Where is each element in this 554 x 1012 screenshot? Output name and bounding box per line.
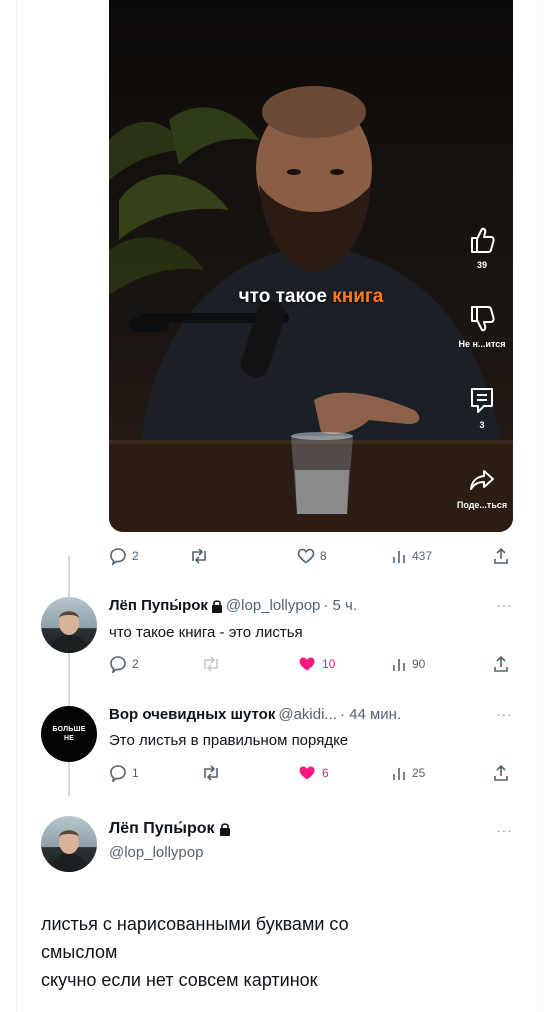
views-button[interactable]: 90 (391, 654, 425, 674)
avatar[interactable]: БОЛЬШЕ НЕ (41, 706, 97, 762)
lock-icon (219, 823, 230, 836)
share-button[interactable] (493, 763, 509, 783)
views-bar-icon (393, 768, 405, 780)
avatar[interactable] (41, 816, 97, 872)
comment-icon (471, 388, 493, 413)
share-icon (494, 547, 508, 564)
author-handle[interactable]: @akidi... (278, 706, 337, 723)
reply-header: Вор очевидных шуток @akidi... · 44 мин. (109, 706, 401, 723)
share-button[interactable] (493, 546, 509, 566)
like-button[interactable]: 6 (297, 763, 329, 783)
reply-icon (110, 656, 126, 673)
video-like-button[interactable]: 39 (451, 226, 513, 270)
video-dislike-button[interactable]: Не н...ится (451, 305, 513, 349)
heart-filled-icon (299, 657, 315, 671)
view-count: 437 (412, 549, 433, 563)
reply-button[interactable]: 2 (109, 654, 139, 674)
video-like-count: 39 (476, 260, 487, 270)
author-name-row: Лёп Пупы́рок (109, 820, 231, 838)
views-bar-icon (393, 659, 405, 671)
lock-icon (211, 599, 222, 613)
repost-button[interactable] (201, 654, 221, 674)
view-count: 90 (412, 657, 426, 671)
reply-count: 1 (132, 766, 139, 780)
avatar-text: БОЛЬШЕ НЕ (52, 726, 86, 742)
post-action-bar: 2 8 437 (109, 546, 513, 566)
video-comment-count: 3 (479, 420, 485, 430)
reply-count: 2 (132, 657, 139, 671)
author-handle[interactable]: @lop_lollypop (109, 844, 231, 861)
view-count: 25 (412, 766, 426, 780)
reply-action-bar: 2 10 90 (109, 654, 513, 674)
thumbs-down-icon (471, 306, 495, 332)
like-button[interactable]: 10 (297, 654, 335, 674)
reply-text: Это листья в правильном порядке (109, 732, 349, 749)
views-button[interactable]: 437 (391, 546, 432, 566)
like-count: 8 (320, 549, 327, 563)
thumbs-up-icon (471, 227, 495, 253)
video-dislike-label: Не н...ится (458, 339, 506, 349)
reply-icon (110, 548, 126, 565)
main-post-header: Лёп Пупы́рок @lop_lollypop (109, 820, 231, 861)
page-border-right (537, 0, 538, 1012)
more-options-icon[interactable]: ··· (496, 597, 513, 613)
reply-button[interactable]: 1 (109, 763, 139, 783)
reply-icon (110, 765, 126, 782)
embedded-video[interactable]: что такое книга 39 Не н...ится 3 Поде...… (109, 0, 513, 532)
post-text-line: смыслом (41, 942, 118, 962)
views-button[interactable]: 25 (391, 763, 425, 783)
share-arrow-icon (470, 470, 494, 490)
repost-icon (204, 656, 218, 672)
post-text-line: скучно если нет совсем картинок (41, 970, 318, 990)
heart-filled-icon (299, 766, 315, 780)
like-button[interactable]: 8 (297, 546, 327, 566)
share-button[interactable] (493, 654, 509, 674)
reply-text: что такое книга - это листья (109, 624, 303, 641)
timestamp[interactable]: · 44 мин. (340, 706, 401, 723)
heart-icon (297, 548, 315, 564)
like-count: 6 (322, 766, 329, 780)
repost-icon (204, 765, 218, 781)
plant-leaves (109, 107, 259, 295)
avatar[interactable] (41, 597, 97, 653)
video-comments-button[interactable]: 3 (451, 386, 513, 430)
share-icon (494, 764, 508, 781)
page-border-left (16, 0, 17, 1012)
like-count: 10 (322, 657, 336, 671)
video-share-label: Поде...ться (456, 500, 508, 510)
caption-text: что такое (238, 286, 333, 307)
avatar-photo (49, 611, 89, 653)
author-name[interactable]: Лёп Пупы́рок (109, 820, 215, 838)
repost-icon (192, 548, 206, 564)
author-name[interactable]: Вор очевидных шуток (109, 706, 275, 723)
main-post-text: листья с нарисованными буквами со смысло… (41, 910, 461, 994)
avatar-photo (49, 830, 89, 872)
views-bar-icon (393, 551, 405, 563)
share-icon (494, 655, 508, 672)
reply-action-bar: 1 6 25 (109, 763, 513, 783)
reply-header: Лёп Пупы́рок @lop_lollypop · 5 ч. (109, 597, 357, 614)
post-text-line: листья с нарисованными буквами со (41, 914, 349, 934)
author-name[interactable]: Лёп Пупы́рок (109, 597, 208, 614)
more-options-icon[interactable]: ··· (496, 706, 513, 722)
repost-button[interactable] (189, 546, 214, 566)
caption-highlight: книга (332, 286, 384, 307)
reply-count: 2 (132, 549, 139, 563)
author-handle[interactable]: @lop_lollypop (226, 597, 320, 614)
more-options-icon[interactable]: ··· (496, 822, 513, 838)
timestamp[interactable]: · 5 ч. (323, 597, 357, 614)
reply-button[interactable]: 2 (109, 546, 139, 566)
repost-button[interactable] (201, 763, 221, 783)
video-share-button[interactable]: Поде...ться (451, 466, 513, 510)
